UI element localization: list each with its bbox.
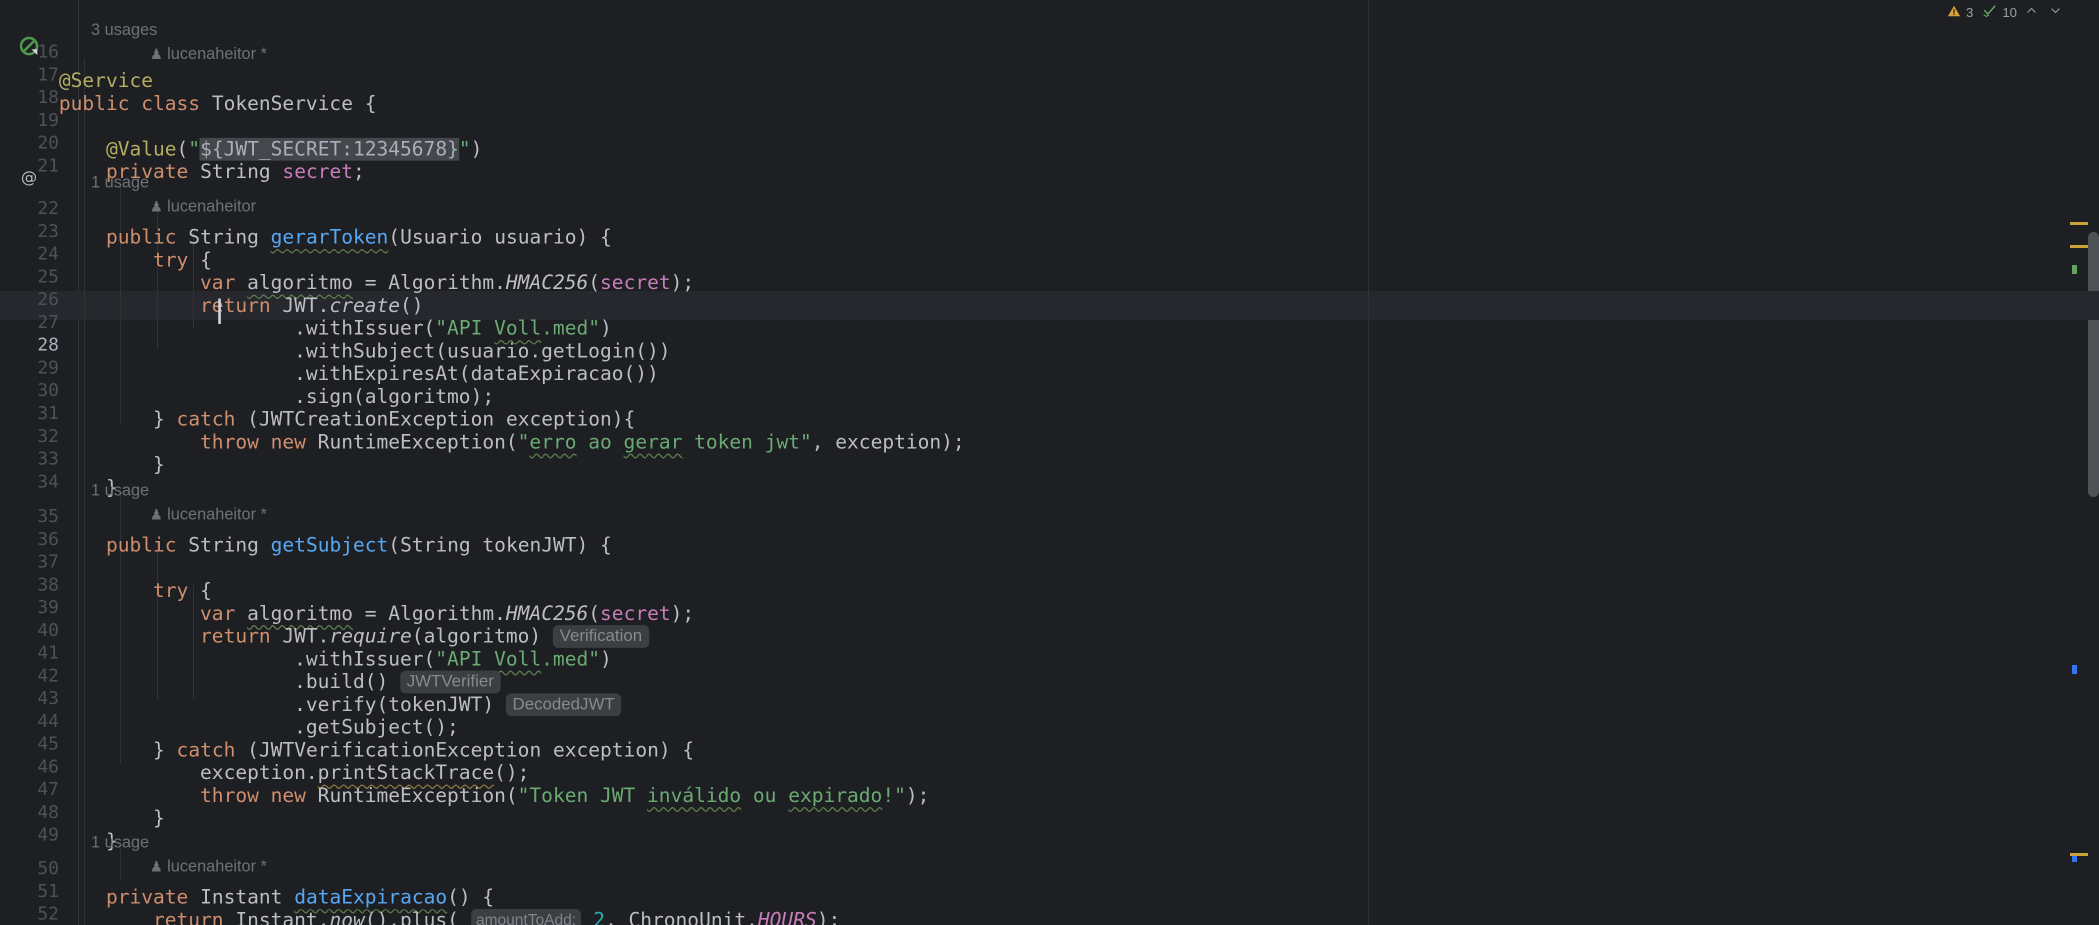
code-surface[interactable]: 3 usages ♟ lucenaheitor * 16 @Service 17 …	[0, 0, 2099, 925]
code-editor[interactable]: 3 10 @ 3 usages ♟ lucenaheitor * 16 @Ser…	[0, 0, 2099, 925]
code-line[interactable]: 54 }	[0, 917, 2099, 925]
text-caret	[218, 298, 221, 324]
